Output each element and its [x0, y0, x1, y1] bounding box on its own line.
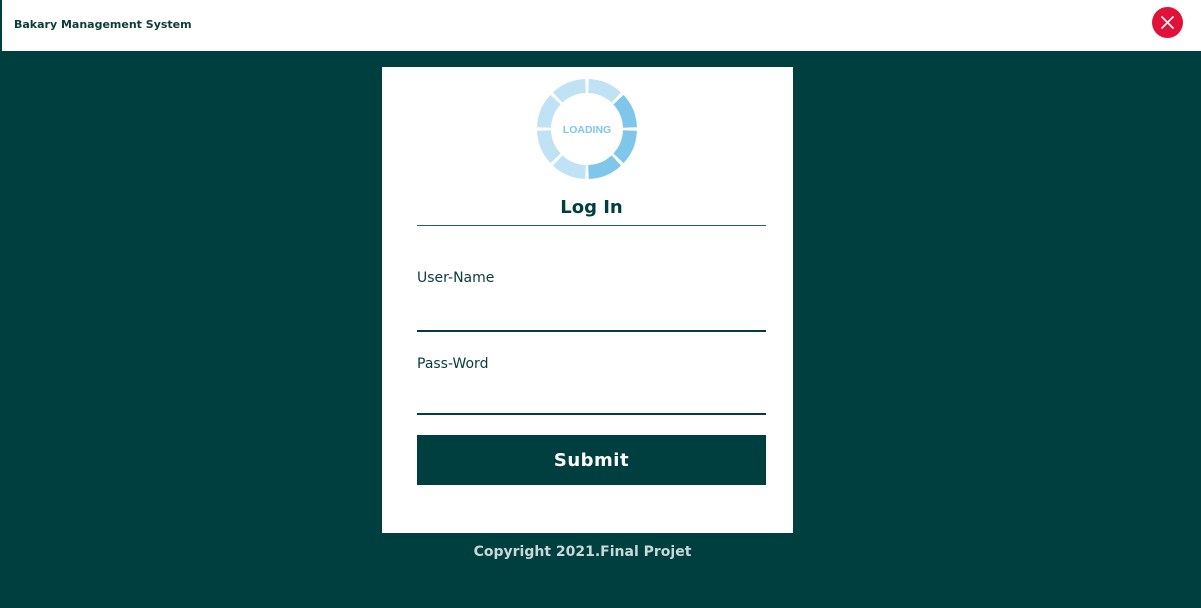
close-icon [1160, 15, 1175, 30]
loader-segment [587, 155, 622, 179]
password-input[interactable] [417, 385, 766, 415]
close-button[interactable] [1152, 7, 1183, 38]
username-input[interactable] [417, 302, 766, 332]
password-label: Pass-Word [417, 356, 489, 372]
loading-spinner-icon: LOADING [537, 79, 637, 179]
loader-segment [537, 129, 561, 164]
login-card: LOADING Log In User-Name Pass-Word Submi… [382, 67, 793, 533]
loader-text: LOADING [563, 124, 611, 136]
submit-button[interactable]: Submit [417, 435, 766, 485]
app-title: Bakary Management System [14, 18, 192, 31]
loader-segment [613, 94, 637, 129]
loader-segment [587, 79, 622, 103]
copyright-text: Copyright 2021.Final Projet [473, 544, 692, 560]
loader-segment [613, 129, 637, 164]
loader-segment [537, 94, 561, 129]
title-divider [417, 225, 766, 226]
loader-segment [552, 155, 587, 179]
title-bar: Bakary Management System [0, 0, 1201, 51]
username-label: User-Name [417, 270, 495, 286]
page-title: Log In [560, 197, 623, 218]
loader-segment [552, 79, 587, 103]
